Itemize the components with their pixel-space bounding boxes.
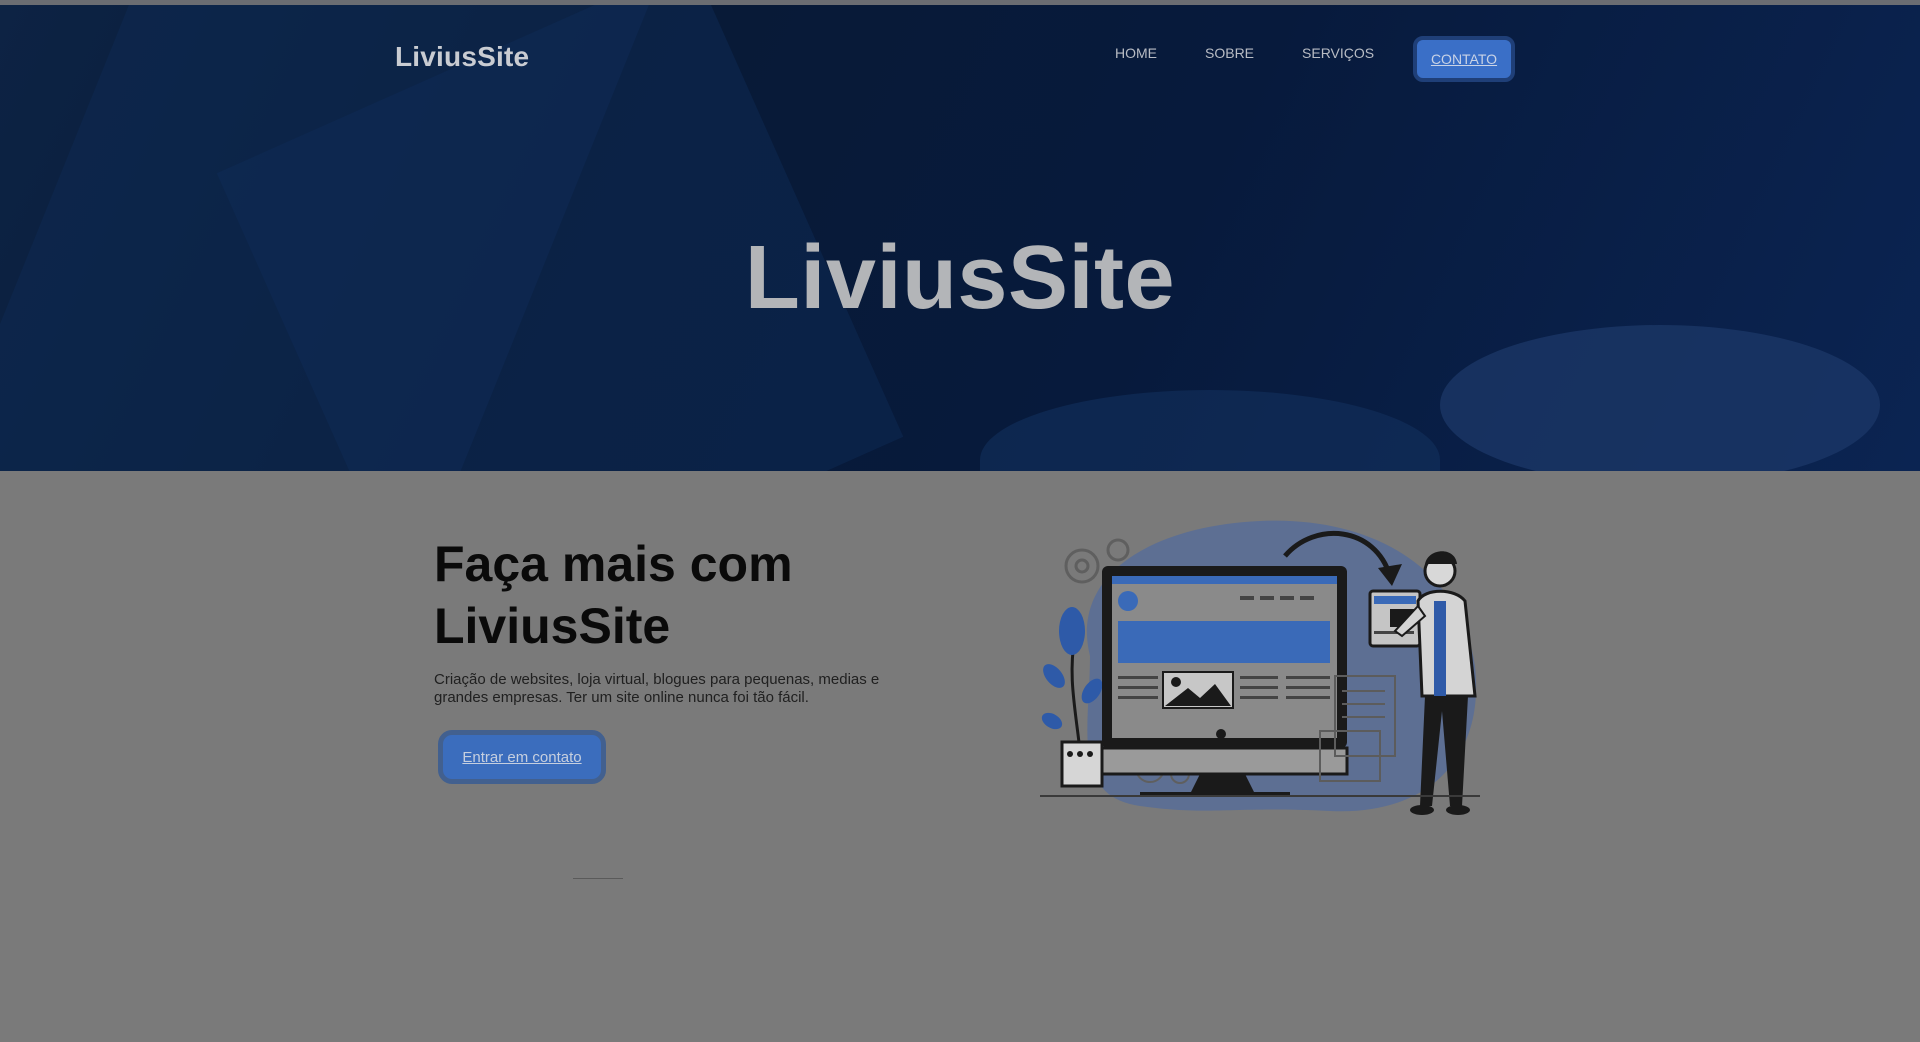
nav-link-home[interactable]: HOME [1115,45,1157,61]
monitor-icon [1100,566,1349,796]
site-logo[interactable]: LiviusSite [395,41,529,73]
hero-title: LiviusSite [744,228,1176,328]
headline-line-1: Faça mais com [434,536,793,592]
divider [573,878,623,879]
intro-description: Criação de websites, loja virtual, blogu… [434,671,880,706]
top-border [0,0,1920,5]
hero-bg-shape [1440,325,1880,471]
contact-button[interactable]: Entrar em contato [438,730,606,784]
nav-link-sobre[interactable]: SOBRE [1205,45,1254,61]
nav-link-servicos[interactable]: SERVIÇOS [1302,45,1374,61]
headline-line-2: LiviusSite [434,598,671,654]
hero-bg-shape [980,390,1440,471]
website-illustration [1040,520,1480,815]
intro-headline: Faça mais com LiviusSite [434,533,954,657]
main-nav: HOME SOBRE SERVIÇOS [1115,45,1422,61]
intro-section: Faça mais com LiviusSite Criação de webs… [0,471,1920,1042]
contact-nav-button[interactable]: CONTATO [1413,36,1515,82]
hero-section: LiviusSite HOME SOBRE SERVIÇOS CONTATO L… [0,5,1920,471]
